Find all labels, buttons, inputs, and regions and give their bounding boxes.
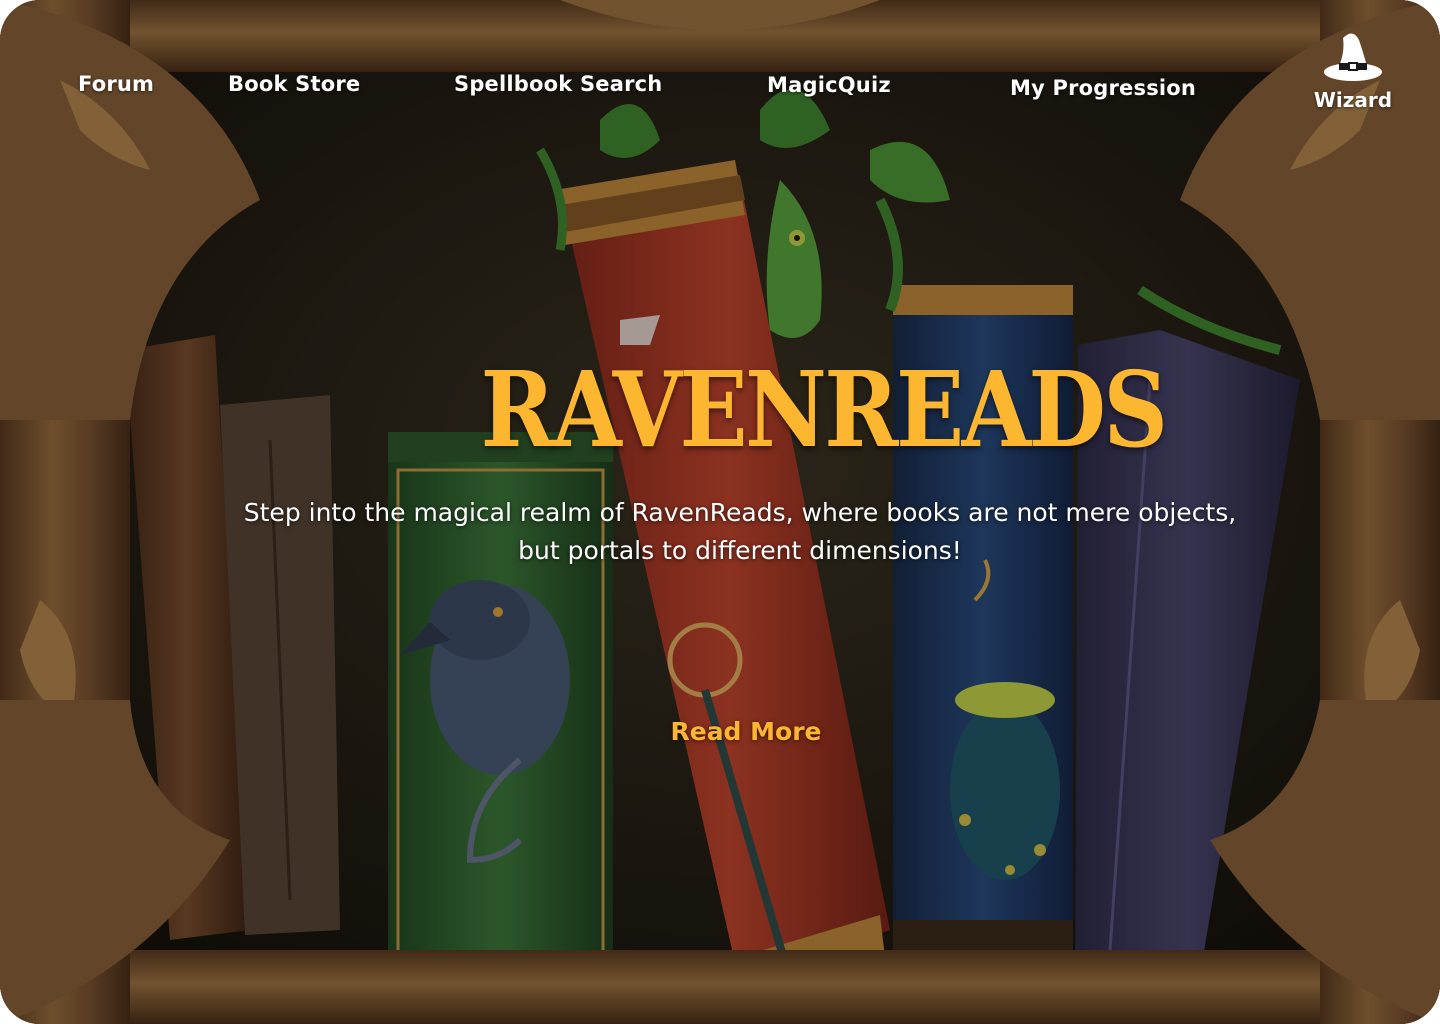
hero-tagline: Step into the magical realm of RavenRead…	[200, 494, 1280, 570]
tagline-line-1: Step into the magical realm of RavenRead…	[243, 498, 1237, 527]
wizard-profile-button[interactable]: Wizard	[1306, 30, 1400, 114]
nav-spellbook-search[interactable]: Spellbook Search	[454, 72, 662, 96]
wizard-label: Wizard	[1313, 88, 1393, 112]
read-more-button[interactable]: Read More	[660, 712, 832, 752]
ravenreads-logo: RAVENREADS	[480, 348, 1168, 471]
wizard-hat-icon	[1324, 33, 1382, 81]
nav-forum[interactable]: Forum	[78, 72, 154, 96]
nav-book-store[interactable]: Book Store	[228, 72, 360, 96]
tagline-line-2: but portals to different dimensions!	[518, 536, 962, 565]
nav-magicquiz[interactable]: MagicQuiz	[767, 73, 891, 97]
hero-page: Forum Book Store Spellbook Search MagicQ…	[0, 0, 1440, 1024]
nav-my-progression[interactable]: My Progression	[1010, 76, 1196, 100]
